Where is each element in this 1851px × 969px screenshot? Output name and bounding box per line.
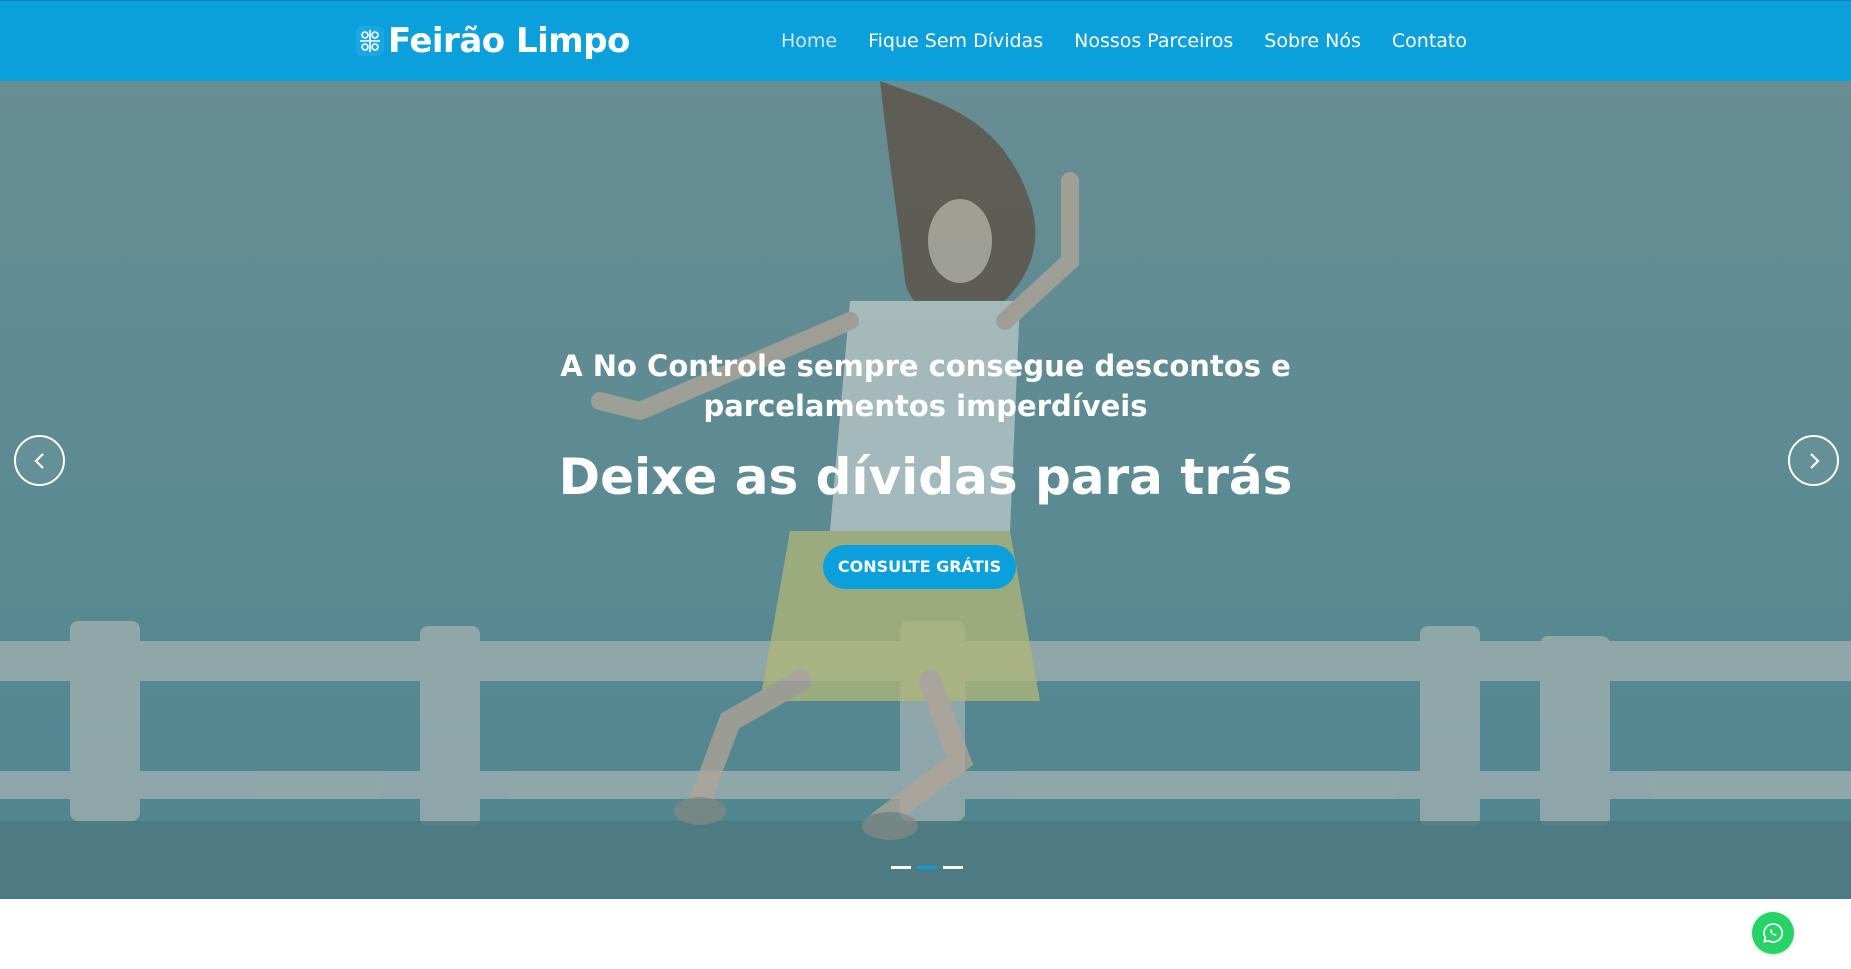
hero-subtitle: A No Controle sempre consegue descontos …: [560, 349, 1291, 423]
consulte-gratis-button[interactable]: CONSULTE GRÁTIS: [823, 545, 1016, 589]
brand-name: Feirão Limpo: [388, 21, 630, 61]
main-nav: Home Fique Sem Dívidas Nossos Parceiros …: [781, 26, 1467, 56]
nav-nossos-parceiros[interactable]: Nossos Parceiros: [1074, 26, 1233, 56]
chevron-left-icon: [33, 452, 44, 469]
carousel-next-button[interactable]: [1788, 435, 1839, 486]
nav-home[interactable]: Home: [781, 26, 837, 56]
carousel-indicator-1[interactable]: [891, 866, 911, 869]
nav-sobre-nos[interactable]: Sobre Nós: [1264, 26, 1361, 56]
hero-carousel: A No Controle sempre consegue descontos …: [0, 81, 1851, 899]
top-navbar: Feirão Limpo Home Fique Sem Dívidas Noss…: [0, 0, 1851, 81]
whatsapp-button[interactable]: [1752, 912, 1794, 954]
carousel-indicator-3[interactable]: [943, 866, 963, 869]
brand-logo[interactable]: Feirão Limpo: [356, 19, 630, 63]
brain-circuit-icon: [356, 26, 384, 56]
chevron-right-icon: [1809, 452, 1820, 469]
carousel-indicators: [891, 866, 963, 869]
carousel-prev-button[interactable]: [14, 435, 65, 486]
hero-headline: Deixe as dívidas para trás: [558, 448, 1293, 506]
nav-contato[interactable]: Contato: [1392, 26, 1467, 56]
nav-fique-sem-dividas[interactable]: Fique Sem Dívidas: [868, 26, 1043, 56]
whatsapp-icon: [1763, 923, 1784, 943]
carousel-indicator-2[interactable]: [917, 866, 937, 869]
